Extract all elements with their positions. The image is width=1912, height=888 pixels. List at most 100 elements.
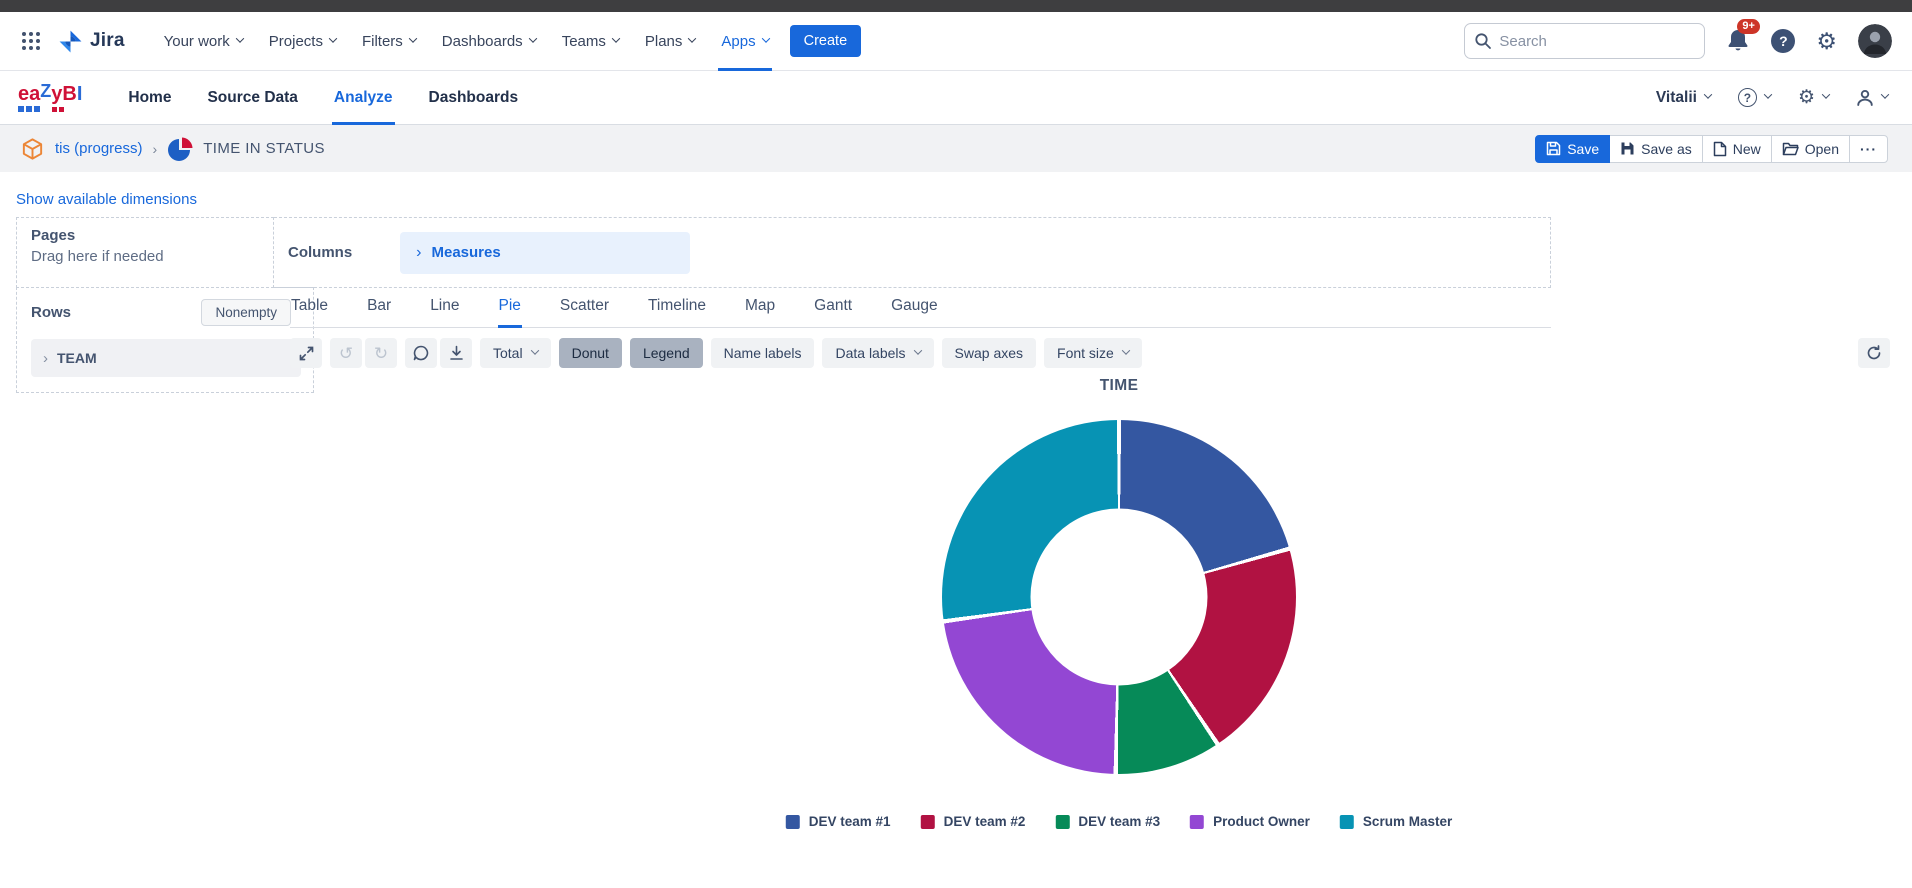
tab-bar[interactable]: Bar <box>366 294 392 327</box>
team-dimension-chip[interactable]: › TEAM <box>31 339 301 377</box>
chevron-down-icon <box>1821 90 1831 99</box>
tab-map[interactable]: Map <box>744 294 776 327</box>
name-labels-button[interactable]: Name labels <box>710 338 815 368</box>
legend-label: DEV team #3 <box>1078 814 1161 829</box>
settings-button[interactable]: ⚙ <box>1816 29 1837 53</box>
chevron-down-icon <box>1880 90 1890 99</box>
chevron-right-icon: › <box>43 349 48 367</box>
jira-menu-filters[interactable]: Filters <box>349 12 429 71</box>
expand-icon <box>299 346 313 360</box>
jira-menu-your-work[interactable]: Your work <box>151 12 256 71</box>
refresh-button[interactable] <box>1858 338 1890 368</box>
toolbar-controls: Total Donut Legend Name labels Data labels Sw… <box>480 338 1142 368</box>
open-button[interactable]: Open <box>1770 134 1850 163</box>
legend-swatch <box>1055 814 1070 829</box>
report-pie-icon <box>167 136 193 162</box>
jira-menu-teams[interactable]: Teams <box>549 12 632 71</box>
chevron-down-icon <box>1121 345 1131 355</box>
jira-menu-dashboards[interactable]: Dashboards <box>429 12 549 71</box>
legend-item-scrum-master[interactable]: Scrum Master <box>1339 814 1453 829</box>
legend-item-dev-team-3[interactable]: DEV team #3 <box>1055 814 1160 829</box>
fullscreen-button[interactable] <box>290 338 322 368</box>
jira-logo[interactable]: Jira <box>58 29 125 54</box>
columns-dropzone[interactable]: Columns › Measures <box>274 217 1551 288</box>
eazybi-tab-dashboards[interactable]: Dashboards <box>413 71 535 125</box>
redo-button[interactable]: ↻ <box>365 338 397 368</box>
report-actions: Save Save as New Open ··· <box>1535 134 1888 163</box>
help-icon: ? <box>1737 88 1757 107</box>
window-top-strip <box>0 0 1912 12</box>
search-input[interactable] <box>1464 23 1706 59</box>
total-button[interactable]: Total <box>480 338 551 368</box>
comment-icon <box>413 345 429 361</box>
legend-item-dev-team-1[interactable]: DEV team #1 <box>785 814 891 829</box>
save-icon <box>1546 141 1561 156</box>
legend-swatch <box>920 814 935 829</box>
save-as-button[interactable]: Save as <box>1609 134 1703 163</box>
new-document-icon <box>1713 141 1726 156</box>
eazybi-help-menu[interactable]: ? <box>1737 88 1773 107</box>
person-icon <box>1856 89 1874 107</box>
eazybi-tab-source-data[interactable]: Source Data <box>191 71 313 125</box>
breadcrumb-account-link[interactable]: tis (progress) <box>55 140 143 157</box>
pages-dropzone[interactable]: Pages Drag here if needed <box>16 217 274 288</box>
jira-menu-projects[interactable]: Projects <box>256 12 349 71</box>
tab-scatter[interactable]: Scatter <box>559 294 610 327</box>
data-labels-button[interactable]: Data labels <box>822 338 934 368</box>
comments-button[interactable] <box>405 338 437 368</box>
help-button[interactable]: ? <box>1771 29 1796 53</box>
donut-button[interactable]: Donut <box>558 338 622 368</box>
columns-label: Columns <box>288 244 353 261</box>
measures-chip[interactable]: › Measures <box>400 231 691 274</box>
more-button[interactable]: ··· <box>1849 134 1888 163</box>
nonempty-button[interactable]: Nonempty <box>201 299 291 326</box>
eazybi-tab-home[interactable]: Home <box>112 71 187 125</box>
button-label: Open <box>1804 140 1839 157</box>
tab-gantt[interactable]: Gantt <box>813 294 853 327</box>
eazybi-navbar-right: Vitalii ? ⚙ <box>1655 88 1890 107</box>
page: Jira Your work Projects Filters Dashboards T… <box>0 0 1912 888</box>
breadcrumb-separator: › <box>152 140 158 157</box>
export-button[interactable] <box>440 338 472 368</box>
donut-chart[interactable] <box>942 420 1296 774</box>
app-switcher-icon[interactable] <box>20 30 42 52</box>
tab-pie[interactable]: Pie <box>497 294 523 328</box>
create-button[interactable]: Create <box>789 25 862 57</box>
save-button[interactable]: Save <box>1535 134 1611 163</box>
chevron-down-icon <box>528 33 537 43</box>
font-size-button[interactable]: Font size <box>1044 338 1142 368</box>
notifications-button[interactable]: 9+ <box>1726 19 1760 54</box>
user-avatar[interactable] <box>1858 24 1892 58</box>
pages-hint: Drag here if needed <box>31 248 164 265</box>
tab-timeline[interactable]: Timeline <box>647 294 707 327</box>
legend-item-dev-team-2[interactable]: DEV team #2 <box>920 814 1025 829</box>
legend-button[interactable]: Legend <box>629 338 703 368</box>
chevron-down-icon <box>1763 90 1773 99</box>
account-cube-icon <box>20 136 45 162</box>
button-label: Save as <box>1641 140 1692 157</box>
jira-navbar-right: 9+ ? ⚙ <box>1464 19 1892 59</box>
legend-item-product-owner[interactable]: Product Owner <box>1190 814 1310 829</box>
eazybi-menu: Home Source Data Analyze Dashboards <box>112 71 534 125</box>
eazybi-settings-menu[interactable]: ⚙ <box>1798 88 1831 107</box>
account-name: Vitalii <box>1655 88 1697 106</box>
eazybi-tab-analyze[interactable]: Analyze <box>318 71 409 125</box>
account-menu[interactable]: Vitalii <box>1655 88 1713 107</box>
dnd-top-panel: Pages Drag here if needed Columns › Meas… <box>16 217 1551 288</box>
legend-swatch <box>1190 814 1205 829</box>
jira-logo-icon <box>58 29 83 54</box>
jira-menu-plans[interactable]: Plans <box>632 12 709 71</box>
tab-line[interactable]: Line <box>429 294 460 327</box>
tab-gauge[interactable]: Gauge <box>890 294 939 327</box>
eazybi-user-menu[interactable] <box>1856 89 1890 107</box>
jira-logo-text: Jira <box>90 30 125 51</box>
rows-dropzone[interactable]: Rows Nonempty › TEAM <box>16 287 314 393</box>
undo-button[interactable]: ↺ <box>330 338 362 368</box>
swap-axes-button[interactable]: Swap axes <box>941 338 1037 368</box>
new-button[interactable]: New <box>1701 134 1772 163</box>
eazybi-logo[interactable]: eaZyBI <box>18 82 82 112</box>
legend-label: Scrum Master <box>1362 814 1453 829</box>
show-dimensions-link[interactable]: Show available dimensions <box>16 191 197 208</box>
jira-menu-apps[interactable]: Apps <box>708 12 781 71</box>
tab-table[interactable]: Table <box>290 294 329 327</box>
